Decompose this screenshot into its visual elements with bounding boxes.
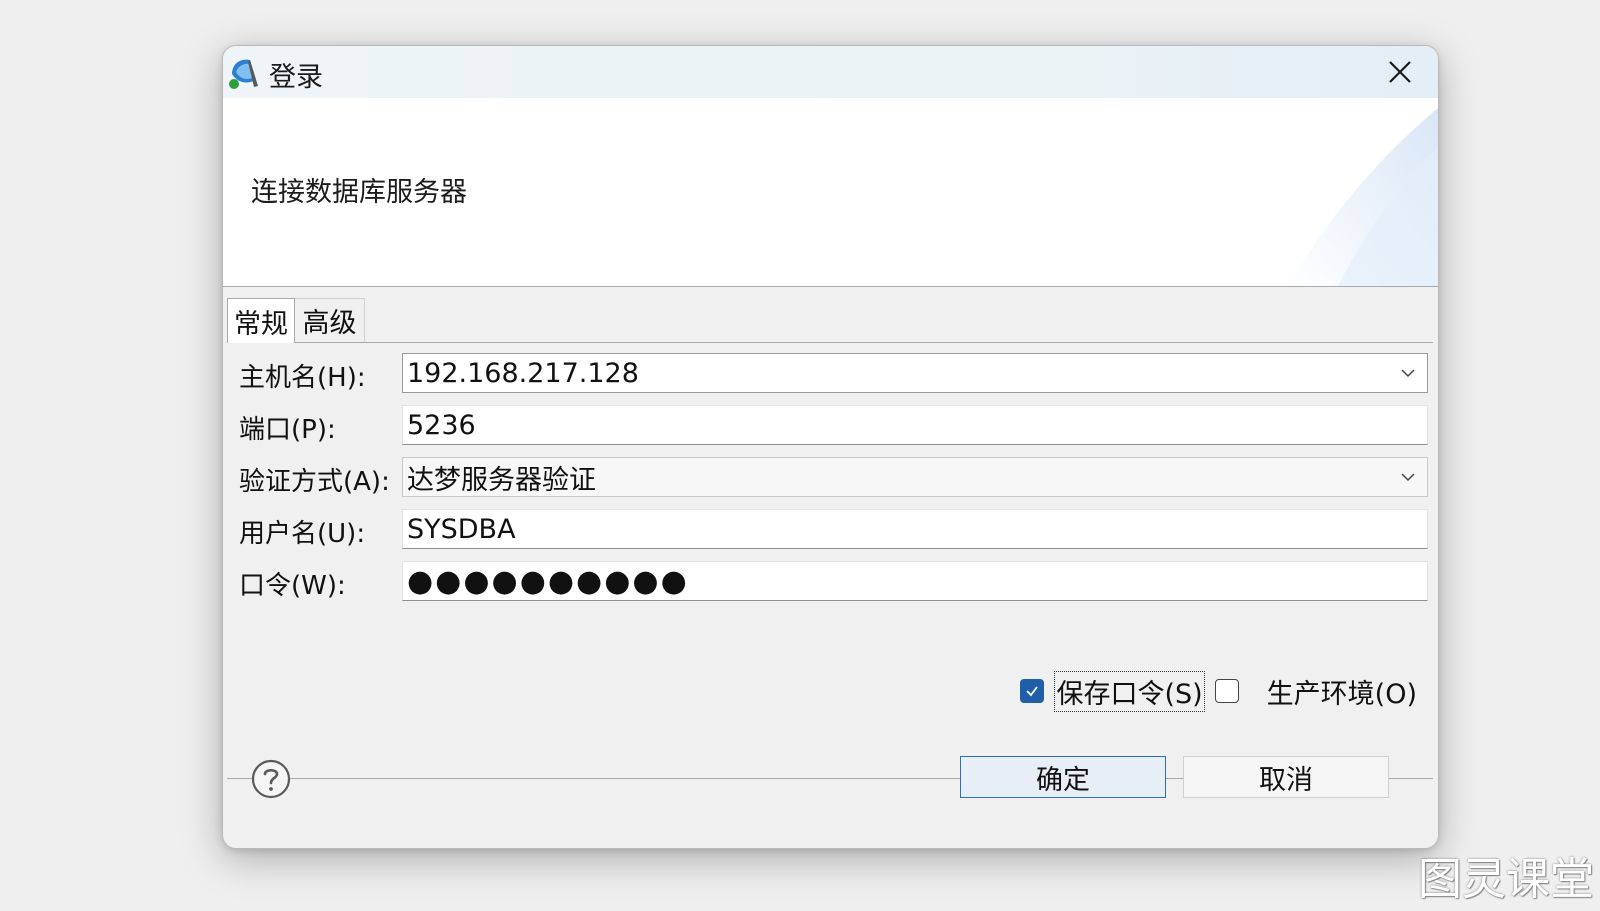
production-env-label[interactable]: 生产环境(O) — [1267, 672, 1417, 711]
username-label: 用户名(U): — [239, 519, 366, 549]
password-masked-value: ●●●●●●●●●● — [407, 563, 689, 599]
close-icon[interactable] — [1384, 56, 1416, 88]
username-value: SYSDBA — [407, 513, 516, 545]
save-password-checkbox[interactable] — [1020, 679, 1045, 703]
connection-form: 主机名(H): 192.168.217.128 端口(P): 5236 验证方式… — [227, 343, 1433, 779]
auth-method-select[interactable]: 达梦服务器验证 — [402, 457, 1428, 497]
watermark: 图灵课堂 — [1418, 854, 1594, 905]
banner-decoration — [1288, 108, 1438, 286]
save-password-label[interactable]: 保存口令(S) — [1054, 670, 1205, 712]
password-input[interactable]: ●●●●●●●●●● — [402, 561, 1428, 601]
tab-general[interactable]: 常规 — [227, 298, 295, 343]
window-title: 登录 — [269, 62, 323, 93]
ok-button[interactable]: 确定 — [960, 756, 1166, 798]
cancel-button[interactable]: 取消 — [1183, 756, 1389, 798]
auth-label: 验证方式(A): — [239, 467, 390, 497]
help-icon[interactable] — [251, 759, 291, 799]
header-banner: 连接数据库服务器 — [223, 98, 1438, 287]
checkmark-icon — [1026, 686, 1039, 697]
username-input[interactable]: SYSDBA — [402, 509, 1428, 549]
port-input[interactable]: 5236 — [402, 405, 1428, 445]
app-icon — [229, 59, 258, 89]
production-env-checkbox[interactable] — [1214, 679, 1239, 703]
host-value: 192.168.217.128 — [407, 357, 639, 389]
chevron-down-icon[interactable] — [1399, 364, 1417, 382]
login-dialog: 登录 连接数据库服务器 常规 高级 主机名(H): 192.168.217.12… — [222, 45, 1439, 849]
tab-bar: 常规 高级 — [227, 298, 1433, 343]
chevron-down-icon[interactable] — [1399, 468, 1417, 486]
password-label: 口令(W): — [239, 571, 346, 601]
host-label: 主机名(H): — [239, 363, 366, 393]
tab-advanced[interactable]: 高级 — [295, 298, 365, 342]
port-value: 5236 — [407, 409, 476, 441]
title-bar: 登录 — [223, 46, 1438, 98]
options-row: 保存口令(S) 生产环境(O) — [1020, 670, 1417, 712]
port-label: 端口(P): — [239, 415, 336, 445]
auth-value: 达梦服务器验证 — [407, 464, 596, 496]
host-combobox[interactable]: 192.168.217.128 — [402, 353, 1428, 393]
banner-subtitle: 连接数据库服务器 — [251, 177, 467, 208]
